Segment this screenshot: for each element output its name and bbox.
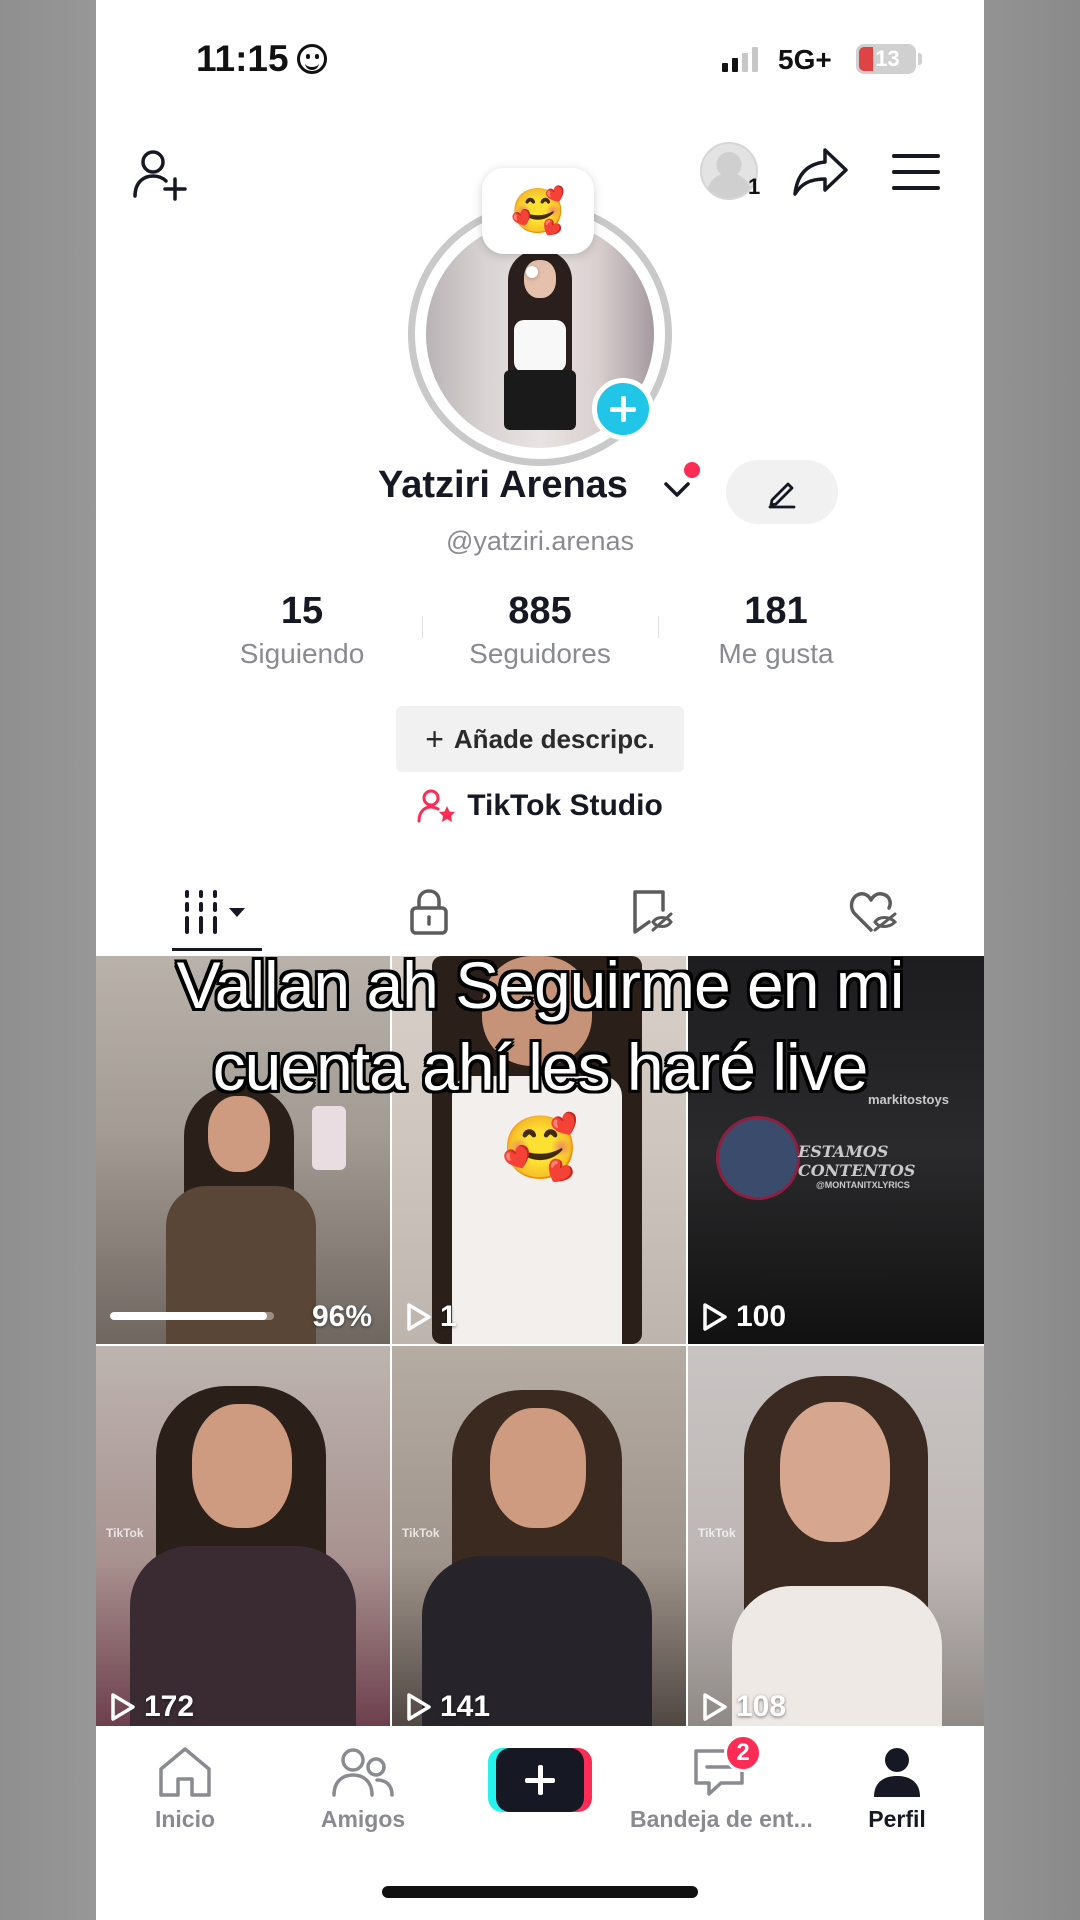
plus-icon: +	[425, 720, 444, 757]
phone-screen: 11:15 5G+ 13 1 🥰 Yatziri Arenas @yatziri…	[96, 0, 984, 1920]
display-name[interactable]: Yatziri Arenas	[378, 464, 628, 507]
create-button[interactable]	[488, 1748, 592, 1812]
stat-value: 885	[508, 590, 572, 632]
studio-label: TikTok Studio	[467, 789, 663, 822]
stat-label: Me gusta	[718, 638, 834, 669]
tab-liked[interactable]	[762, 870, 984, 954]
bubble-emoji: 🥰	[510, 187, 566, 236]
pencil-icon	[768, 482, 796, 509]
profile-icon	[874, 1748, 920, 1797]
stat-divider	[658, 616, 659, 638]
progress-fill	[110, 1312, 268, 1320]
play-icon	[703, 1303, 727, 1331]
add-bio-label: Añade descripc.	[453, 723, 655, 754]
nav-home[interactable]: Inicio	[96, 1740, 274, 1833]
stat-likes[interactable]: 181 Me gusta	[676, 588, 876, 670]
nav-label: Inicio	[154, 1806, 216, 1832]
lock-icon	[410, 889, 448, 935]
video-caption-overlay: Vallan ah Seguirme en mi cuenta ahí les …	[96, 944, 984, 1190]
grid-icon	[185, 890, 245, 934]
profile-stats: 15 Siguiendo 885 Seguidores 181 Me gusta	[96, 588, 984, 678]
view-count: 172	[110, 1690, 194, 1724]
tiktok-watermark: TikTok	[698, 1526, 736, 1540]
tiktok-watermark: TikTok	[402, 1526, 440, 1540]
nav-inbox[interactable]: Bandeja de ent...	[630, 1740, 813, 1833]
time-text: 11:15	[196, 38, 289, 79]
view-count: 108	[702, 1690, 786, 1724]
caption-line-2: cuenta ahí les haré live	[212, 1030, 869, 1104]
bubble-tail	[526, 266, 538, 278]
stat-label: Siguiendo	[239, 638, 365, 669]
view-count-value: 172	[144, 1690, 195, 1723]
tiktok-watermark: TikTok	[106, 1526, 144, 1540]
caption-line-1: Vallan ah Seguirme en mi	[176, 948, 905, 1022]
signal-bars-icon	[722, 46, 758, 72]
stat-label: Seguidores	[469, 638, 611, 669]
battery-level: 13	[875, 46, 900, 71]
view-count: 100	[702, 1300, 786, 1334]
home-indicator[interactable]	[382, 1886, 698, 1898]
view-count-value: 100	[736, 1300, 787, 1333]
play-icon	[407, 1693, 431, 1721]
stat-followers[interactable]: 885 Seguidores	[440, 588, 640, 670]
profile-tabs	[96, 870, 984, 954]
view-count-value: 141	[440, 1690, 491, 1723]
view-count: 141	[406, 1690, 490, 1724]
person-plus-icon[interactable]	[132, 146, 188, 202]
friends-icon	[332, 1748, 394, 1797]
video-thumbnail[interactable]: TikTok 172	[96, 1346, 390, 1734]
tab-videos[interactable]	[106, 870, 328, 954]
create-plus-icon	[496, 1748, 584, 1812]
nav-profile[interactable]: Perfil	[808, 1740, 984, 1833]
tiktok-studio-link[interactable]: TikTok Studio	[96, 788, 984, 824]
username: @yatziri.arenas	[446, 526, 634, 556]
focus-smiley-icon	[296, 44, 327, 74]
battery-tip	[918, 53, 922, 65]
play-icon	[407, 1303, 431, 1331]
stat-following[interactable]: 15 Siguiendo	[202, 588, 402, 670]
creator-star-icon	[417, 789, 456, 823]
hamburger-menu-icon[interactable]	[892, 152, 940, 192]
status-bar: 11:15 5G+ 13	[96, 0, 984, 120]
nav-label: Amigos	[320, 1806, 406, 1832]
video-thumbnail[interactable]: TikTok 108	[688, 1346, 984, 1734]
view-count: 1	[406, 1300, 457, 1334]
battery-icon: 13	[856, 44, 916, 74]
nav-label: Bandeja de ent...	[630, 1806, 813, 1832]
status-bubble[interactable]: 🥰	[482, 168, 594, 254]
chevron-down-icon[interactable]	[662, 478, 692, 500]
edit-profile-button[interactable]	[726, 460, 838, 524]
upload-progress-bar	[110, 1312, 274, 1320]
account-count: 1	[748, 174, 761, 199]
upload-progress-label: 96%	[311, 1300, 372, 1333]
view-count-value: 1	[440, 1300, 457, 1333]
heart-hidden-icon	[849, 892, 898, 932]
tab-private[interactable]	[318, 870, 540, 954]
name-row: Yatziri Arenas	[96, 464, 984, 520]
network-type: 5G+	[778, 44, 832, 75]
bookmark-hidden-icon	[633, 890, 673, 934]
add-bio-button[interactable]: + Añade descripc.	[396, 706, 684, 772]
inbox-badge: 2	[724, 1734, 762, 1772]
stat-value: 181	[744, 590, 808, 632]
play-icon	[703, 1693, 727, 1721]
nav-label: Perfil	[868, 1806, 926, 1832]
play-icon	[111, 1693, 135, 1721]
add-story-plus-icon[interactable]	[592, 378, 654, 440]
nav-friends[interactable]: Amigos	[274, 1740, 452, 1833]
stat-value: 15	[280, 590, 324, 632]
status-time: 11:15	[196, 38, 327, 80]
caption-emoji: 🥰	[501, 1114, 579, 1183]
video-thumbnail[interactable]: TikTok 141	[392, 1346, 686, 1734]
view-count-value: 108	[736, 1690, 787, 1723]
home-icon	[159, 1747, 211, 1797]
tab-favorites[interactable]	[540, 870, 762, 954]
notification-dot	[684, 462, 700, 478]
share-arrow-icon[interactable]	[792, 146, 850, 198]
stat-divider	[422, 616, 423, 638]
